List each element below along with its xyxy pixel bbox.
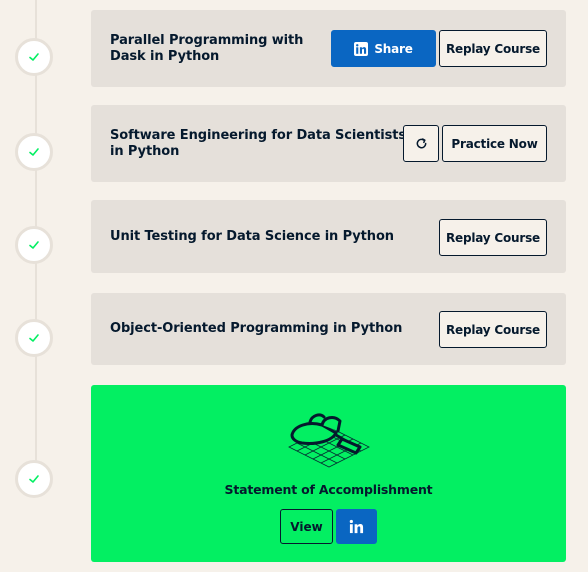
linkedin-share-button[interactable]: Share	[331, 30, 436, 67]
course-title-line: Unit Testing for Data Science in Python	[110, 229, 394, 244]
course-title[interactable]: Unit Testing for Data Science in Python	[110, 229, 394, 245]
course-title-line: Parallel Programming with	[110, 33, 304, 48]
practice-now-label: Practice Now	[451, 136, 538, 151]
linkedin-icon	[354, 41, 369, 56]
accomplishment-card: Statement of Accomplishment View	[91, 385, 566, 562]
replay-course-label: Replay Course	[445, 41, 540, 56]
accomplishment-title: Statement of Accomplishment	[224, 482, 433, 497]
course-card: Object-Oriented Programming in Python Re…	[91, 293, 566, 365]
replay-course-button[interactable]: Replay Course	[439, 219, 547, 256]
check-icon	[29, 148, 39, 156]
course-title[interactable]: Object-Oriented Programming in Python	[110, 321, 402, 337]
course-card: Software Engineering for Data Scientists…	[91, 105, 566, 182]
share-button-label: Share	[374, 41, 413, 56]
replay-course-button[interactable]: Replay Course	[439, 30, 547, 67]
course-title[interactable]: Software Engineering for Data Scientists…	[110, 128, 406, 160]
replay-course-label: Replay Course	[445, 322, 540, 337]
linkedin-icon	[349, 519, 364, 534]
course-title-line: Dask in Python	[110, 49, 220, 64]
trophy-icon	[288, 413, 370, 468]
completed-check-4	[15, 319, 53, 357]
retry-button[interactable]	[403, 125, 439, 162]
check-icon	[29, 334, 39, 342]
completed-check-1	[15, 38, 53, 76]
completed-check-5	[15, 460, 53, 498]
course-title-line: in Python	[110, 144, 180, 159]
linkedin-add-button[interactable]	[336, 509, 377, 544]
check-icon	[29, 475, 39, 483]
course-card: Unit Testing for Data Science in Python …	[91, 200, 566, 273]
course-card: Parallel Programming with Dask in Python…	[91, 10, 566, 87]
view-statement-button[interactable]: View	[280, 509, 333, 544]
completed-check-3	[15, 226, 53, 264]
replay-course-button[interactable]: Replay Course	[439, 311, 547, 348]
course-title[interactable]: Parallel Programming with Dask in Python	[110, 33, 303, 65]
course-title-line: Object-Oriented Programming in Python	[110, 321, 403, 336]
practice-now-button[interactable]: Practice Now	[442, 125, 547, 162]
refresh-icon	[416, 138, 426, 149]
completed-check-2	[15, 133, 53, 171]
check-icon	[29, 241, 39, 249]
course-title-line: Software Engineering for Data Scientists	[110, 128, 406, 143]
course-progress-page: Parallel Programming with Dask in Python…	[0, 0, 588, 572]
replay-course-label: Replay Course	[445, 230, 540, 245]
check-icon	[29, 53, 39, 61]
